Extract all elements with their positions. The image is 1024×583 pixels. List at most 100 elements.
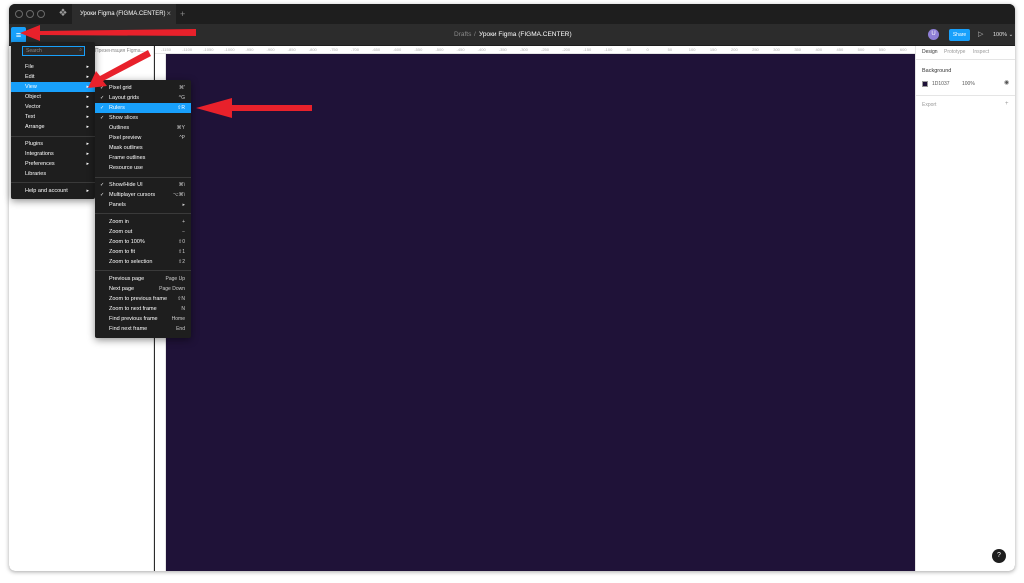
view-item-label: Layout grids: [109, 95, 139, 101]
view-item-zoom-100[interactable]: Zoom to 100% ⇧0: [95, 237, 191, 247]
view-item-rulers[interactable]: ✓ Rulers ⇧R: [95, 103, 191, 113]
view-item-label: Zoom out: [109, 229, 133, 235]
menu-item-view[interactable]: View ▸: [11, 82, 95, 92]
background-color-swatch[interactable]: [922, 81, 928, 87]
view-item-pixel-grid[interactable]: ✓ Pixel grid ⌘': [95, 83, 191, 93]
file-chevron-icon[interactable]: ⌄: [565, 24, 570, 46]
menu-divider: [95, 213, 191, 214]
background-hex-value[interactable]: 1D1037: [932, 81, 950, 87]
menu-item-text[interactable]: Text ▸: [11, 112, 95, 122]
check-icon: ✓: [100, 85, 105, 91]
chevron-right-icon: ▸: [86, 188, 89, 194]
figma-home-icon[interactable]: ❖: [57, 8, 69, 20]
ruler-tick-label: -1100: [182, 47, 193, 52]
view-item-label: Zoom to next frame: [109, 306, 157, 312]
menu-item-preferences[interactable]: Preferences ▸: [11, 159, 95, 169]
shortcut: Home: [171, 316, 185, 322]
ruler-tick-label: 100: [688, 47, 696, 52]
view-item-next-page[interactable]: Next page Page Down: [95, 284, 191, 294]
main-menu-button[interactable]: ≡: [11, 27, 26, 43]
new-tab-icon[interactable]: +: [180, 4, 185, 24]
file-tab[interactable]: Уроки Figma (FIGMA.CENTER) ×: [72, 4, 176, 24]
check-icon: ✓: [100, 192, 105, 198]
view-item-zoom-to-fit[interactable]: Zoom to fit ⇧1: [95, 247, 191, 257]
view-item-previous-page[interactable]: Previous page Page Up: [95, 274, 191, 284]
view-item-label: Pixel grid: [109, 85, 132, 91]
dark-frame[interactable]: [166, 54, 915, 571]
view-item-zoom-to-selection[interactable]: Zoom to selection ⇧2: [95, 257, 191, 267]
ruler-tick-label: -200: [562, 47, 571, 52]
view-item-outlines[interactable]: Outlines ⌘Y: [95, 123, 191, 133]
menu-item-object[interactable]: Object ▸: [11, 92, 95, 102]
chevron-right-icon: ▸: [86, 94, 89, 100]
ruler-tick-label: 550: [878, 47, 886, 52]
page-label[interactable]: Презентация Figma...: [95, 48, 145, 54]
view-item-zoom-in[interactable]: Zoom in +: [95, 217, 191, 227]
menu-item-libraries[interactable]: Libraries: [11, 169, 95, 179]
view-item-resource-use[interactable]: Resource use: [95, 163, 191, 173]
share-button[interactable]: Share: [949, 29, 970, 41]
tab-title: Уроки Figma (FIGMA.CENTER): [80, 11, 166, 17]
tab-design[interactable]: Design: [922, 49, 938, 55]
shortcut: ⌘Y: [176, 125, 185, 131]
tab-prototype[interactable]: Prototype: [944, 49, 965, 55]
check-icon: ✓: [100, 95, 105, 101]
tab-inspect[interactable]: Inspect: [973, 49, 989, 55]
view-item-find-previous-frame[interactable]: Find previous frame Home: [95, 314, 191, 324]
menu-item-label: Integrations: [25, 151, 54, 157]
view-item-panels[interactable]: Panels ▸: [95, 200, 191, 210]
add-export-icon[interactable]: +: [1005, 101, 1009, 107]
shortcut: −: [182, 229, 185, 235]
view-item-multiplayer-cursors[interactable]: ✓ Multiplayer cursors ⌥⌘\: [95, 190, 191, 200]
menu-item-help-and-account[interactable]: Help and account ▸: [11, 186, 95, 196]
check-icon: ✓: [100, 105, 105, 111]
menu-item-edit[interactable]: Edit ▸: [11, 72, 95, 82]
maximize-window-dot[interactable]: [37, 10, 45, 18]
view-item-show-slices[interactable]: ✓ Show slices: [95, 113, 191, 123]
ruler-tick-label: -950: [245, 47, 254, 52]
eye-icon[interactable]: ◉: [1004, 79, 1009, 86]
zoom-dropdown[interactable]: 100% ⌄: [993, 28, 1013, 42]
menu-item-integrations[interactable]: Integrations ▸: [11, 149, 95, 159]
ruler-tick-label: -100: [604, 47, 613, 52]
view-item-find-next-frame[interactable]: Find next frame End: [95, 324, 191, 334]
view-item-zoom-to-previous-frame[interactable]: Zoom to previous frame ⇧N: [95, 294, 191, 304]
menu-item-file[interactable]: File ▸: [11, 62, 95, 72]
tab-close-icon[interactable]: ×: [166, 4, 171, 24]
ruler-tick-label: -500: [435, 47, 444, 52]
help-button[interactable]: ?: [992, 549, 1006, 563]
menu-item-arrange[interactable]: Arrange ▸: [11, 122, 95, 132]
background-opacity-value[interactable]: 100%: [962, 81, 975, 87]
export-section-title: Export: [922, 102, 937, 108]
menu-item-label: Edit: [25, 74, 35, 80]
breadcrumb-project[interactable]: Drafts: [454, 24, 471, 46]
minimize-window-dot[interactable]: [26, 10, 34, 18]
shortcut: +: [182, 219, 185, 225]
view-item-label: Resource use: [109, 165, 143, 171]
shortcut: ⇧0: [178, 239, 185, 245]
ruler-tick-label: -1150: [161, 47, 171, 52]
present-play-icon[interactable]: ▷: [978, 28, 983, 42]
view-item-mask-outlines[interactable]: Mask outlines: [95, 143, 191, 153]
menu-item-plugins[interactable]: Plugins ▸: [11, 139, 95, 149]
view-item-pixel-preview[interactable]: Pixel preview ^P: [95, 133, 191, 143]
ruler-tick-label: -850: [287, 47, 296, 52]
chevron-right-icon: ▸: [86, 151, 89, 157]
section-divider: [916, 95, 1015, 96]
view-item-zoom-to-next-frame[interactable]: Zoom to next frame N: [95, 304, 191, 314]
menu-item-vector[interactable]: Vector ▸: [11, 102, 95, 112]
menu-search-input[interactable]: Search ⌕: [22, 46, 85, 56]
avatar[interactable]: U: [928, 29, 939, 40]
file-name[interactable]: Уроки Figma (FIGMA.CENTER): [479, 24, 572, 46]
view-item-frame-outlines[interactable]: Frame outlines: [95, 153, 191, 163]
canvas[interactable]: [166, 54, 915, 571]
ruler-tick-label: 450: [836, 47, 844, 52]
ruler-tick-label: -900: [266, 47, 275, 52]
view-item-zoom-out[interactable]: Zoom out −: [95, 227, 191, 237]
close-window-dot[interactable]: [15, 10, 23, 18]
view-item-show-hide-ui[interactable]: ✓ Show/Hide UI ⌘\: [95, 180, 191, 190]
view-item-label: Outlines: [109, 125, 130, 131]
ruler-tick-label: 250: [752, 47, 759, 52]
view-item-layout-grids[interactable]: ✓ Layout grids ^G: [95, 93, 191, 103]
view-item-label: Mask outlines: [109, 145, 143, 151]
